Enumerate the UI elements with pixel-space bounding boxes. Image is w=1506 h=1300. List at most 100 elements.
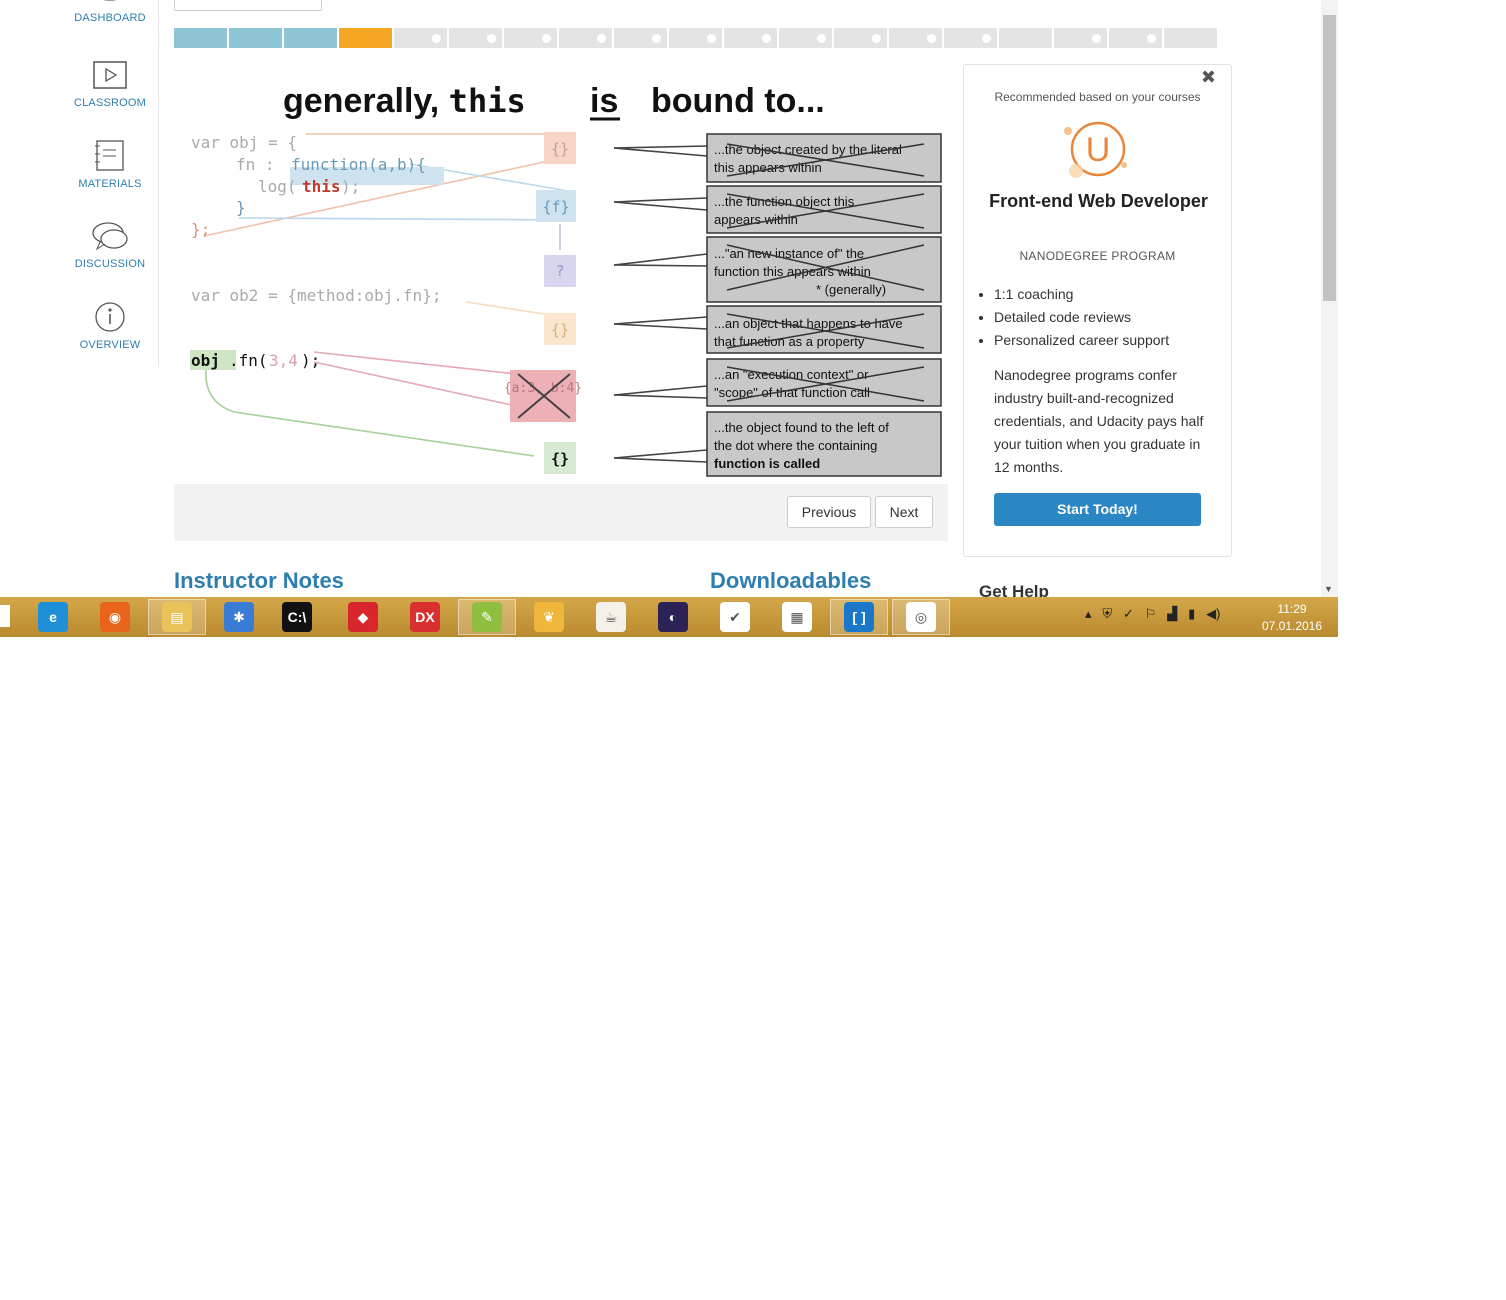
- taskbar-devexpress[interactable]: DX: [396, 599, 454, 635]
- nav-dashboard-label: DASHBOARD: [74, 12, 146, 24]
- tray-expand-icon[interactable]: ▴: [1085, 606, 1092, 621]
- flag-icon[interactable]: ⚐: [1145, 606, 1157, 621]
- object-box-5: {a:3, b:4}: [504, 381, 582, 396]
- nav-overview[interactable]: OVERVIEW: [60, 301, 160, 351]
- downloadables-heading: Downloadables: [710, 568, 872, 593]
- code-line-4: }: [236, 198, 246, 217]
- object-box-3: ?: [555, 262, 564, 280]
- code-line-7a: obj: [191, 351, 220, 370]
- play-icon: [93, 61, 127, 89]
- code-line-7b: .fn(: [229, 351, 268, 370]
- program-subtitle: NANODEGREE PROGRAM: [1019, 249, 1176, 263]
- code-line-5: };: [191, 220, 210, 239]
- scroll-down-arrow-icon[interactable]: ▼: [1324, 584, 1333, 594]
- file-explorer-icon: ▤: [162, 602, 192, 632]
- progress-dot-icon: [982, 34, 991, 43]
- taskbar-bug-tool[interactable]: ✱: [210, 599, 268, 635]
- taskbar-todo-app[interactable]: ✔: [706, 599, 764, 635]
- taskbar-notepad-plus[interactable]: ✎: [458, 599, 516, 635]
- taskbar-java-app[interactable]: ☕: [582, 599, 640, 635]
- progress-segment[interactable]: [669, 28, 722, 48]
- taskbar-command-prompt[interactable]: C:\: [268, 599, 326, 635]
- page-scrollbar[interactable]: ▼: [1321, 0, 1338, 597]
- nav-discussion[interactable]: DISCUSSION: [60, 220, 160, 270]
- start-today-button[interactable]: Start Today!: [994, 493, 1201, 526]
- progress-segment[interactable]: [724, 28, 777, 48]
- code-line-2b: function(a,b){: [291, 155, 426, 174]
- taskbar-firefox[interactable]: ◉: [86, 599, 144, 635]
- progress-segment[interactable]: [504, 28, 557, 48]
- progress-segment[interactable]: [614, 28, 667, 48]
- progress-segment[interactable]: [1164, 28, 1217, 48]
- progress-segment[interactable]: [174, 28, 227, 48]
- callout-3-line-3: * (generally): [816, 282, 886, 297]
- callout-6-line-1: ...the object found to the left of: [714, 420, 889, 435]
- nav-materials[interactable]: MATERIALS: [60, 140, 160, 190]
- progress-segment[interactable]: [339, 28, 392, 48]
- antivirus-icon[interactable]: ⛨: [1102, 606, 1112, 621]
- system-tray[interactable]: ▴ ⛨ ✓ ⚐ ▟ ▮ ◀): [1085, 606, 1220, 622]
- battery-icon[interactable]: ▮: [1188, 606, 1195, 621]
- progress-segment[interactable]: [229, 28, 282, 48]
- internet-explorer-icon: e: [38, 602, 68, 632]
- taskbar-internet-explorer[interactable]: e: [24, 599, 82, 635]
- progress-segment[interactable]: [999, 28, 1052, 48]
- taskbar-plants-app[interactable]: ❦: [520, 599, 578, 635]
- program-title: Front-end Web Developer: [989, 191, 1208, 211]
- firefox-icon: ◉: [100, 602, 130, 632]
- udacity-logo-letter: U: [1086, 131, 1111, 169]
- lecture-slide: generally, this is bound to... var obj =…: [190, 82, 942, 477]
- progress-segment[interactable]: [1109, 28, 1162, 48]
- code-line-1: var obj = {: [191, 133, 297, 152]
- progress-segment[interactable]: [559, 28, 612, 48]
- progress-dot-icon: [927, 34, 936, 43]
- callout-1-line-2: this appears within: [714, 160, 822, 175]
- progress-dot-icon: [432, 34, 441, 43]
- lesson-controls: Previous Next: [174, 484, 948, 541]
- code-line-2a: fn :: [236, 155, 275, 174]
- info-icon: [95, 302, 125, 332]
- recommendation-caption: Recommended based on your courses: [994, 90, 1201, 104]
- progress-dot-icon: [487, 34, 496, 43]
- todo-app-icon: ✔: [720, 602, 750, 632]
- svg-text:generally, this: generally, this: [283, 82, 526, 120]
- left-navigation: DASHBOARD CLASSROOM MATERIALS DISCUSSION…: [0, 0, 159, 367]
- nav-classroom[interactable]: CLASSROOM: [60, 61, 160, 109]
- progress-segment[interactable]: [284, 28, 337, 48]
- start-button[interactable]: [0, 605, 10, 627]
- system-clock[interactable]: 11:29 07.01.2016: [1258, 601, 1326, 635]
- taskbar-chrome[interactable]: ◎: [892, 599, 950, 635]
- taskbar-eclipse[interactable]: ◐: [644, 599, 702, 635]
- taskbar-dart-app[interactable]: ◆: [334, 599, 392, 635]
- taskbar-brackets[interactable]: [ ]: [830, 599, 888, 635]
- progress-segment[interactable]: [944, 28, 997, 48]
- progress-segment[interactable]: [1054, 28, 1107, 48]
- top-partial-button[interactable]: [174, 0, 322, 11]
- volume-icon[interactable]: ◀): [1206, 606, 1220, 621]
- object-box-6: {}: [551, 450, 569, 468]
- scrollbar-thumb[interactable]: [1323, 15, 1336, 301]
- next-button[interactable]: Next: [875, 496, 933, 528]
- taskbar-file-explorer[interactable]: ▤: [148, 599, 206, 635]
- chrome-icon: ◎: [906, 602, 936, 632]
- security-icon[interactable]: ✓: [1123, 606, 1134, 621]
- video-player[interactable]: generally, this is bound to... var obj =…: [174, 52, 948, 484]
- progress-segment[interactable]: [834, 28, 887, 48]
- object-box-2: {f}: [542, 198, 569, 216]
- code-line-7d: );: [301, 351, 320, 370]
- java-app-icon: ☕: [596, 602, 626, 632]
- previous-button[interactable]: Previous: [787, 496, 871, 528]
- brackets-icon: [ ]: [844, 602, 874, 632]
- taskbar-grid-app[interactable]: ▦: [768, 599, 826, 635]
- progress-segment[interactable]: [779, 28, 832, 48]
- progress-segment[interactable]: [449, 28, 502, 48]
- progress-segment[interactable]: [394, 28, 447, 48]
- grid-app-icon: ▦: [782, 602, 812, 632]
- close-icon[interactable]: ✖: [1201, 67, 1216, 88]
- devexpress-icon: DX: [410, 602, 440, 632]
- progress-segment[interactable]: [889, 28, 942, 48]
- nav-dashboard[interactable]: DASHBOARD: [60, 0, 160, 24]
- network-icon[interactable]: ▟: [1167, 606, 1177, 621]
- notepad-plus-icon: ✎: [472, 602, 502, 632]
- eclipse-icon: ◐: [658, 602, 688, 632]
